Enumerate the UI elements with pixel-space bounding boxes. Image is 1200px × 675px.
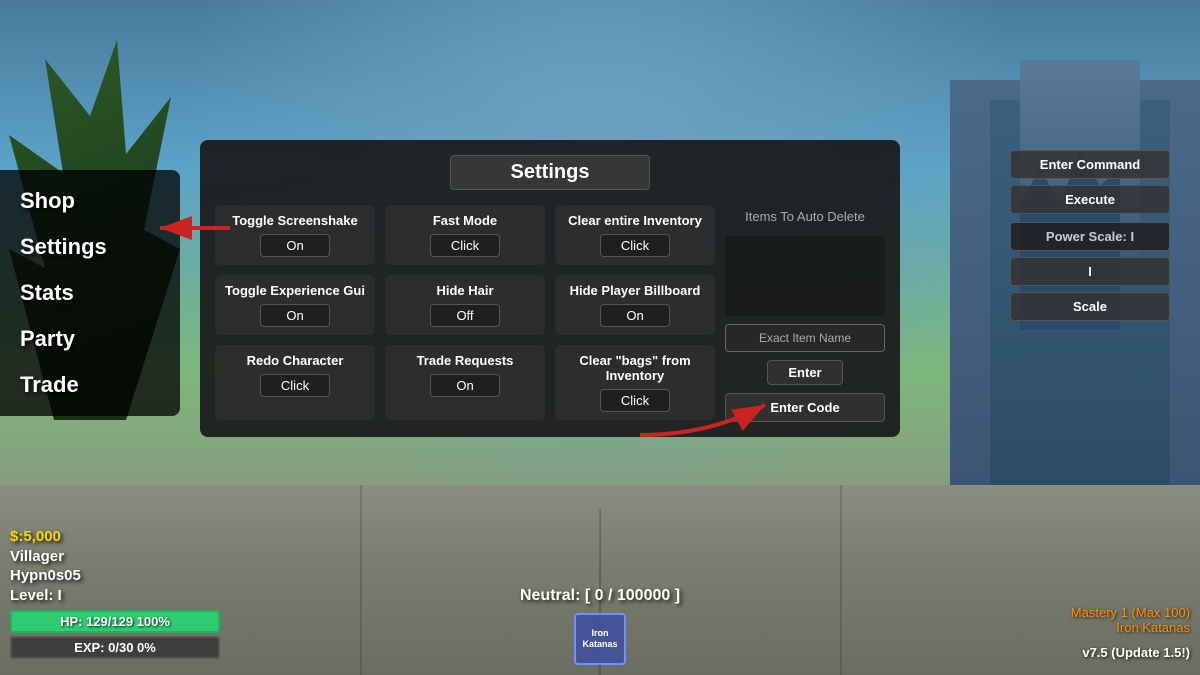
power-scale-label: Power Scale: I	[1010, 222, 1170, 251]
menu-item-settings[interactable]: Settings	[0, 224, 180, 270]
menu-item-shop[interactable]: Shop	[0, 178, 180, 224]
settings-panel: Settings Toggle Screenshake On Fast Mode…	[200, 140, 900, 437]
toggle-exp-gui-btn[interactable]: On	[260, 304, 330, 327]
enter-btn[interactable]: Enter	[767, 360, 842, 385]
right-command-panel: Enter Command Execute Power Scale: I I S…	[1010, 150, 1170, 327]
items-list-area	[725, 236, 885, 316]
trade-requests-label: Trade Requests	[417, 353, 514, 368]
fast-mode-btn[interactable]: Click	[430, 234, 500, 257]
settings-row-1: Toggle Screenshake On Fast Mode Click Cl…	[215, 205, 715, 265]
redo-character-group: Redo Character Click	[215, 345, 375, 420]
redo-character-btn[interactable]: Click	[260, 374, 330, 397]
hide-hair-label: Hide Hair	[436, 283, 493, 298]
hide-hair-group: Hide Hair Off	[385, 275, 545, 335]
toggle-screenshake-group: Toggle Screenshake On	[215, 205, 375, 265]
toggle-screenshake-btn[interactable]: On	[260, 234, 330, 257]
items-to-auto-delete-label: Items To Auto Delete	[725, 205, 885, 228]
clear-bags-label: Clear "bags" from Inventory	[563, 353, 707, 383]
toggle-exp-gui-group: Toggle Experience Gui On	[215, 275, 375, 335]
clear-inventory-group: Clear entire Inventory Click	[555, 205, 715, 265]
trade-requests-btn[interactable]: On	[430, 374, 500, 397]
fast-mode-label: Fast Mode	[433, 213, 497, 228]
arrow-to-enter-code	[630, 385, 780, 445]
menu-item-stats[interactable]: Stats	[0, 270, 180, 316]
menu-item-party[interactable]: Party	[0, 316, 180, 362]
ground	[0, 485, 1200, 675]
toggle-screenshake-label: Toggle Screenshake	[232, 213, 357, 228]
settings-row-2: Toggle Experience Gui On Hide Hair Off H…	[215, 275, 715, 335]
ground-line-3	[840, 485, 842, 675]
left-menu: Shop Settings Stats Party Trade	[0, 170, 180, 416]
settings-title: Settings	[450, 155, 650, 190]
ground-line-1	[599, 509, 601, 675]
hide-player-billboard-btn[interactable]: On	[600, 304, 670, 327]
exact-item-name-input[interactable]: Exact Item Name	[725, 324, 885, 352]
clear-inventory-label: Clear entire Inventory	[568, 213, 702, 228]
scale-btn[interactable]: Scale	[1010, 292, 1170, 321]
hide-player-billboard-label: Hide Player Billboard	[570, 283, 701, 298]
ground-line-2	[360, 485, 362, 675]
scale-value-btn[interactable]: I	[1010, 257, 1170, 286]
menu-item-trade[interactable]: Trade	[0, 362, 180, 408]
toggle-exp-gui-label: Toggle Experience Gui	[225, 283, 365, 298]
trade-requests-group: Trade Requests On	[385, 345, 545, 420]
hide-player-billboard-group: Hide Player Billboard On	[555, 275, 715, 335]
fast-mode-group: Fast Mode Click	[385, 205, 545, 265]
hide-hair-btn[interactable]: Off	[430, 304, 500, 327]
execute-btn[interactable]: Execute	[1010, 185, 1170, 214]
arrow-to-settings	[155, 208, 235, 248]
power-scale-section: Power Scale: I I Scale	[1010, 222, 1170, 321]
clear-inventory-btn[interactable]: Click	[600, 234, 670, 257]
enter-command-btn[interactable]: Enter Command	[1010, 150, 1170, 179]
redo-character-label: Redo Character	[247, 353, 344, 368]
